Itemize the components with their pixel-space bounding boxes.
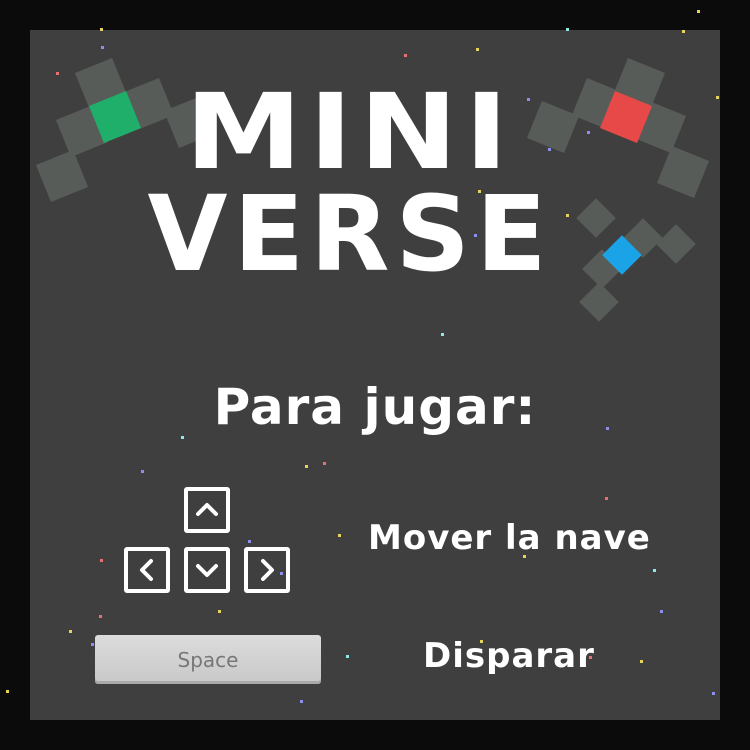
arrow-right-icon <box>261 559 274 581</box>
arrow-up-key <box>184 487 230 533</box>
arrow-down-key <box>184 547 230 593</box>
space-key: Space <box>95 635 321 684</box>
arrow-down-icon <box>196 564 218 577</box>
space-key-label: Space <box>177 647 239 672</box>
move-ship-label: Mover la nave <box>368 518 651 558</box>
arrow-left-key <box>124 547 170 593</box>
instructions-heading: Para jugar: <box>213 378 537 436</box>
arrow-left-icon <box>140 559 153 581</box>
shoot-label: Disparar <box>423 636 595 676</box>
arrow-up-icon <box>196 503 218 516</box>
title-line-2: VERSE <box>148 173 553 295</box>
arrow-right-key <box>244 547 290 593</box>
